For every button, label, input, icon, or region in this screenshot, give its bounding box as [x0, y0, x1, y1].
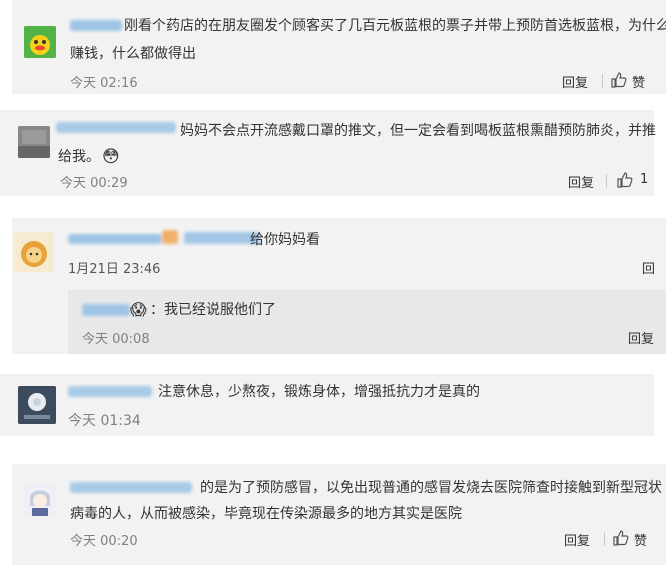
comment-text: 病毒的人，从而被感染，毕竟现在传染源最多的地方其实是医院: [70, 506, 462, 522]
avatar[interactable]: [18, 386, 56, 424]
timestamp: 今天 00:20: [70, 534, 138, 549]
sub-reply-text: ：我已经说服他们了: [150, 302, 276, 318]
gray-avatar-icon: [18, 126, 50, 158]
username-blurred[interactable]: [68, 386, 152, 397]
username-blurred[interactable]: [70, 20, 122, 31]
reply-button[interactable]: 回复: [568, 172, 594, 191]
timestamp: 1月21日 23:46: [68, 262, 161, 277]
duck-avatar-icon: [24, 26, 56, 58]
comment-card: 妈妈不会点开流感戴口罩的推文，但一定会看到喝板蓝根熏醋预防肺炎，并推 给我。 😳…: [0, 110, 656, 196]
comment-card: 刚看个药店的在朋友圈发个顾客买了几百元板蓝根的票子并带上预防首选板蓝根，为什么 …: [12, 0, 666, 94]
reply-button[interactable]: 回复: [564, 530, 590, 549]
like-count[interactable]: 1: [640, 172, 648, 187]
timestamp: 今天 00:29: [60, 176, 128, 191]
flower-avatar-icon: [18, 386, 56, 424]
divider: [602, 74, 603, 88]
avatar[interactable]: [14, 232, 54, 272]
flushed-emoji: 😳: [102, 147, 120, 167]
comment-card: 注意休息，少熬夜，锻炼身体，增强抵抗力才是真的 今天 01:34: [0, 374, 654, 436]
reply-button[interactable]: 回: [642, 258, 655, 277]
comment-text: 刚看个药店的在朋友圈发个顾客买了几百元板蓝根的票子并带上预防首选板蓝根，为什么: [124, 18, 666, 34]
username-blurred[interactable]: [56, 122, 176, 133]
thumbs-up-icon[interactable]: [612, 529, 630, 547]
comment-text: 妈妈不会点开流感戴口罩的推文，但一定会看到喝板蓝根熏醋预防肺炎，并推: [180, 123, 656, 139]
like-label[interactable]: 赞: [632, 72, 645, 91]
thumbs-up-icon[interactable]: [610, 71, 628, 89]
comment-text: 赚钱，什么都做得出: [70, 46, 196, 62]
timestamp: 今天 00:08: [82, 332, 150, 347]
username-blurred[interactable]: [82, 304, 130, 316]
badge-blurred: [162, 230, 178, 244]
username-blurred[interactable]: [70, 482, 192, 493]
sub-reply-box: 😱 ：我已经说服他们了 今天 00:08 回复: [68, 290, 666, 354]
comment-text: 给你妈妈看: [250, 232, 320, 248]
comment-text: 注意休息，少熬夜，锻炼身体，增强抵抗力才是真的: [158, 384, 480, 400]
like-label[interactable]: 赞: [634, 530, 647, 549]
comment-card: 给你妈妈看 1月21日 23:46 回 😱 ：我已经说服他们了 今天 00:08…: [12, 218, 666, 354]
reply-button[interactable]: 回复: [628, 328, 654, 347]
divider: [604, 532, 605, 546]
thumbs-up-icon[interactable]: [616, 171, 634, 189]
username-blurred[interactable]: [68, 234, 162, 244]
lion-avatar-icon: [14, 232, 54, 272]
avatar[interactable]: [24, 484, 56, 516]
comment-text: 给我。: [58, 149, 100, 165]
comment-text: 的是为了预防感冒，以免出现普通的感冒发烧去医院筛查时接触到新型冠状: [200, 480, 662, 496]
timestamp: 今天 01:34: [68, 413, 141, 429]
sub-reply-emoji: 😱: [130, 300, 147, 319]
divider: [606, 174, 607, 188]
mention-blurred[interactable]: [184, 232, 260, 244]
anime-avatar-icon: [24, 484, 56, 516]
reply-button[interactable]: 回复: [562, 72, 588, 91]
avatar[interactable]: [24, 26, 56, 58]
timestamp: 今天 02:16: [70, 76, 138, 91]
avatar[interactable]: [18, 126, 50, 158]
comment-card: 的是为了预防感冒，以免出现普通的感冒发烧去医院筛查时接触到新型冠状 病毒的人，从…: [12, 464, 666, 565]
